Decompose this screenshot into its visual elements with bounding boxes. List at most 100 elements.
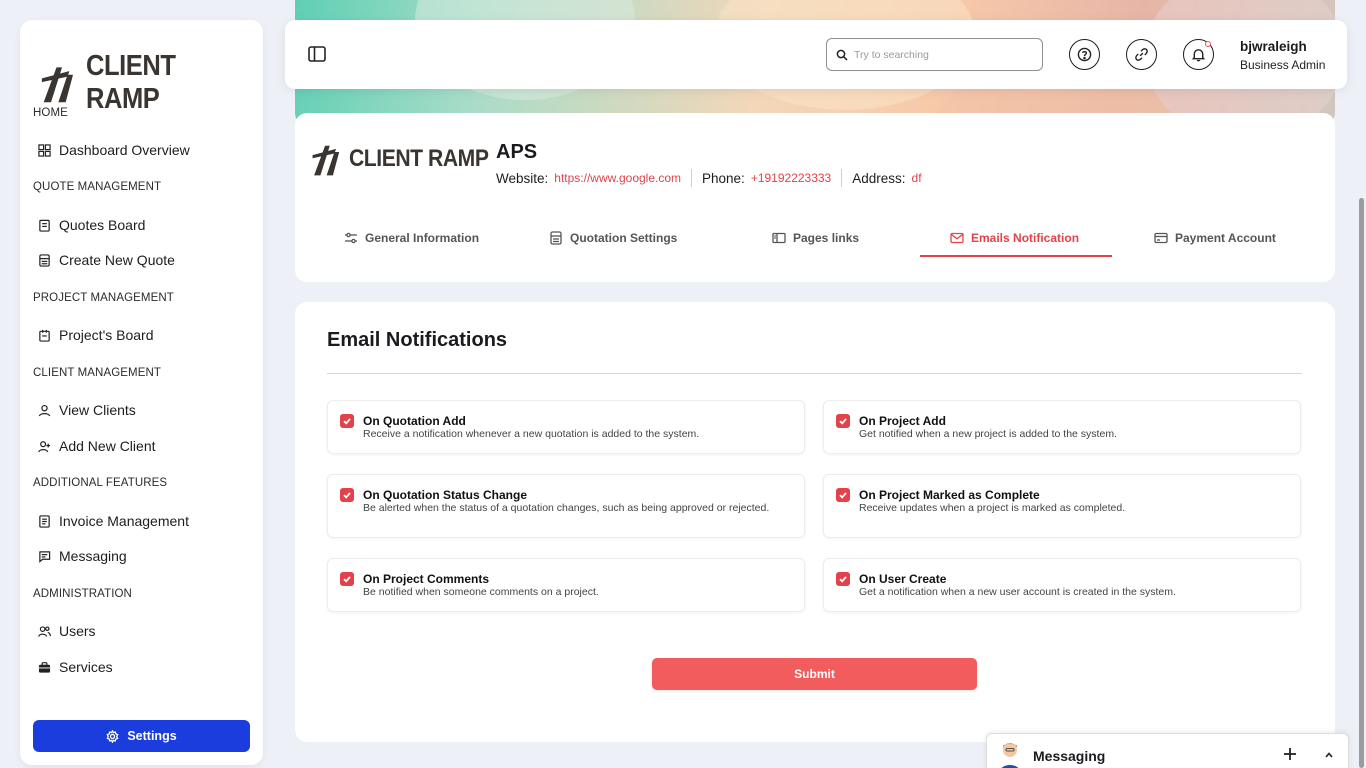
- website-link[interactable]: https://www.google.com: [554, 171, 681, 185]
- option-description: Get a notification when a new user accou…: [859, 586, 1176, 598]
- sidebar-item-users[interactable]: Users: [38, 618, 96, 644]
- client-ramp-logo[interactable]: CLIENT RAMP: [40, 50, 263, 116]
- settings-button-label: Settings: [127, 729, 177, 743]
- notification-dot: [1205, 41, 1211, 47]
- client-logo: CLIENT RAMP: [311, 141, 508, 177]
- link-icon: [1135, 48, 1148, 61]
- checkbox[interactable]: [340, 488, 354, 502]
- sidebar-item-label: Create New Quote: [59, 252, 175, 268]
- sidebar-toggle-icon[interactable]: [307, 44, 327, 64]
- chevron-up-icon[interactable]: [1324, 750, 1334, 760]
- sidebar-item-messaging[interactable]: Messaging: [38, 543, 127, 569]
- active-tab-indicator: [920, 255, 1112, 257]
- sidebar-item-dashboard-overview[interactable]: Dashboard Overview: [38, 137, 190, 163]
- gear-icon: [106, 729, 119, 743]
- message-icon: [39, 550, 51, 563]
- sidebar-item-create-new-quote[interactable]: Create New Quote: [38, 247, 175, 273]
- sidebar-item-label: Add New Client: [59, 438, 156, 454]
- calculator-icon: [39, 253, 50, 267]
- bell-icon: [1191, 49, 1206, 62]
- website-label: Website:: [496, 170, 549, 186]
- option-title: On Project Marked as Complete: [859, 488, 1040, 502]
- sidebar-item-label: Dashboard Overview: [59, 142, 190, 158]
- sidebar-item-quotes-board[interactable]: Quotes Board: [38, 212, 145, 238]
- tab-general-information[interactable]: General Information: [344, 227, 479, 249]
- option-project-add: On Project Add Get notified when a new p…: [823, 400, 1301, 454]
- briefcase-icon: [38, 661, 51, 673]
- divider: [327, 373, 1302, 374]
- tab-label: Payment Account: [1175, 231, 1276, 245]
- plus-icon[interactable]: [1283, 747, 1297, 761]
- clipboard-icon: [39, 219, 50, 232]
- user-role: Business Admin: [1240, 58, 1326, 72]
- user-name[interactable]: bjwraleigh: [1240, 39, 1307, 54]
- address-label: Address:: [852, 170, 906, 186]
- checkmark-icon: [839, 418, 847, 425]
- settings-button[interactable]: Settings: [33, 720, 250, 752]
- search-box[interactable]: [826, 38, 1043, 71]
- dashboard-grid-icon: [38, 143, 51, 157]
- option-title: On Project Comments: [363, 572, 490, 586]
- option-description: Be alerted when the status of a quotatio…: [363, 502, 770, 514]
- client-name: APS: [496, 141, 538, 163]
- nav-section-home: HOME: [33, 107, 68, 119]
- sidebar-item-invoice-management[interactable]: Invoice Management: [38, 508, 189, 534]
- nav-section-client-management: CLIENT MANAGEMENT: [33, 367, 162, 379]
- help-button[interactable]: [1069, 39, 1100, 70]
- option-title: On Quotation Status Change: [363, 488, 527, 502]
- sidebar-item-add-new-client[interactable]: Add New Client: [38, 433, 156, 459]
- tab-label: Emails Notification: [971, 231, 1080, 245]
- option-quotation-add: On Quotation Add Receive a notification …: [327, 400, 805, 454]
- info-divider: [691, 169, 693, 187]
- logo-mark-icon: [41, 67, 74, 103]
- messaging-label: Messaging: [1033, 748, 1106, 764]
- sidebar-item-view-clients[interactable]: View Clients: [38, 397, 136, 423]
- option-user-create: On User Create Get a notification when a…: [823, 558, 1301, 612]
- sidebar-item-label: Users: [59, 623, 96, 639]
- mail-icon: [950, 232, 964, 244]
- submit-button[interactable]: Submit: [652, 658, 977, 690]
- option-description: Be notified when someone comments on a p…: [363, 586, 599, 598]
- checkbox[interactable]: [340, 414, 354, 428]
- logo-text: CLIENT RAMP: [86, 50, 176, 115]
- client-card: CLIENT RAMP APS Website: https://www.goo…: [295, 113, 1335, 282]
- phone-label: Phone:: [702, 170, 745, 186]
- checkmark-icon: [343, 492, 351, 499]
- tab-label: Quotation Settings: [570, 231, 678, 245]
- calculator-icon: [550, 231, 562, 245]
- invoice-icon: [39, 514, 50, 528]
- checkmark-icon: [839, 492, 847, 499]
- user-icon: [38, 404, 51, 416]
- checkbox[interactable]: [836, 572, 850, 586]
- checkmark-icon: [839, 576, 847, 583]
- sidebar-item-label: Messaging: [59, 548, 127, 564]
- user-plus-icon: [38, 440, 51, 452]
- nav-section-additional-features: ADDITIONAL FEATURES: [33, 477, 168, 489]
- sidebar-item-label: Invoice Management: [59, 513, 189, 529]
- scrollbar[interactable]: [1359, 198, 1364, 768]
- tab-emails-notification[interactable]: Emails Notification: [950, 227, 1079, 249]
- search-icon: [836, 49, 848, 61]
- checkbox[interactable]: [836, 414, 850, 428]
- option-description: Get notified when a new project is added…: [859, 428, 1117, 440]
- option-title: On Quotation Add: [363, 414, 466, 428]
- tab-pages-links[interactable]: Pages links: [772, 227, 859, 249]
- phone-value: +19192223333: [750, 171, 832, 185]
- messaging-widget[interactable]: Messaging: [986, 733, 1349, 768]
- notifications-button[interactable]: [1183, 39, 1214, 70]
- tab-payment-account[interactable]: Payment Account: [1154, 227, 1276, 249]
- sidebar-item-services[interactable]: Services: [38, 654, 113, 680]
- search-input[interactable]: [854, 48, 1029, 61]
- checkmark-icon: [343, 576, 351, 583]
- checkbox[interactable]: [836, 488, 850, 502]
- checkmark-icon: [343, 418, 351, 425]
- top-header: bjwraleigh Business Admin: [285, 20, 1347, 89]
- option-project-comments: On Project Comments Be notified when som…: [327, 558, 805, 612]
- option-quotation-status-change: On Quotation Status Change Be alerted wh…: [327, 474, 805, 538]
- link-button[interactable]: [1126, 39, 1157, 70]
- checkbox[interactable]: [340, 572, 354, 586]
- sidebar-item-projects-board[interactable]: Project's Board: [38, 322, 154, 348]
- sidebar-item-label: Project's Board: [59, 327, 154, 343]
- option-title: On Project Add: [859, 414, 946, 428]
- tab-quotation-settings[interactable]: Quotation Settings: [549, 227, 677, 249]
